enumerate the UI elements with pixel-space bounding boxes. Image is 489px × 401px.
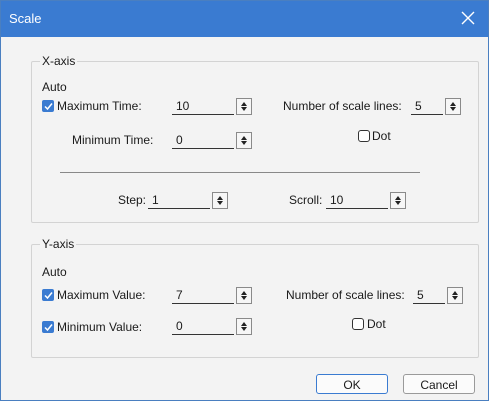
min-value-field: 0 — [172, 318, 252, 335]
x-auto-label: Auto — [42, 80, 67, 94]
check-icon — [44, 103, 53, 111]
y-scale-lines-label: Number of scale lines: — [286, 288, 405, 302]
scale-dialog: Scale X-axis Auto Maximum Time: 10 Numbe… — [0, 0, 489, 401]
y-auto-label: Auto — [42, 265, 67, 279]
x-axis-group-label: X-axis — [40, 54, 78, 68]
spin-up-down-icon[interactable] — [212, 192, 228, 209]
x-scale-lines-field: 5 — [411, 98, 461, 115]
x-dot-checkbox[interactable] — [358, 130, 370, 142]
x-axis-divider — [60, 172, 420, 173]
y-scale-lines-field: 5 — [413, 287, 463, 304]
max-value-label: Maximum Value: — [57, 288, 146, 302]
y-axis-group-label: Y-axis — [40, 237, 77, 251]
dialog-title: Scale — [9, 11, 42, 26]
x-scale-lines-label: Number of scale lines: — [283, 99, 402, 113]
title-bar: Scale — [1, 1, 488, 37]
spin-up-down-icon[interactable] — [445, 98, 461, 115]
min-time-field: 0 — [172, 132, 252, 149]
spin-up-down-icon[interactable] — [236, 132, 252, 149]
min-time-label: Minimum Time: — [72, 133, 154, 147]
close-icon[interactable] — [448, 1, 488, 37]
min-value-checkbox[interactable] — [42, 321, 54, 333]
x-dot-label: Dot — [372, 129, 391, 143]
y-scale-lines-input[interactable]: 5 — [413, 287, 445, 304]
check-icon — [44, 292, 53, 300]
scroll-label: Scroll: — [289, 193, 323, 207]
max-time-label: Maximum Time: — [57, 99, 142, 113]
ok-button[interactable]: OK — [316, 374, 388, 394]
min-time-input[interactable]: 0 — [172, 132, 234, 149]
cancel-button[interactable]: Cancel — [403, 374, 475, 394]
min-value-label: Minimum Value: — [57, 320, 143, 334]
spin-up-down-icon[interactable] — [447, 287, 463, 304]
max-time-input[interactable]: 10 — [172, 98, 234, 115]
spin-up-down-icon[interactable] — [236, 98, 252, 115]
spin-up-down-icon[interactable] — [236, 318, 252, 335]
max-value-input[interactable]: 7 — [172, 287, 234, 304]
max-time-field: 10 — [172, 98, 252, 115]
step-label: Step: — [118, 193, 147, 207]
x-scale-lines-input[interactable]: 5 — [411, 98, 443, 115]
y-dot-checkbox[interactable] — [352, 318, 364, 330]
spin-up-down-icon[interactable] — [390, 192, 406, 209]
scroll-field: 10 — [326, 192, 406, 209]
step-field: 1 — [148, 192, 228, 209]
x-axis-group: X-axis Auto Maximum Time: 10 Number of s… — [31, 54, 479, 223]
max-time-checkbox[interactable] — [42, 100, 54, 112]
scroll-input[interactable]: 10 — [326, 192, 388, 209]
check-icon — [44, 324, 53, 332]
y-dot-label: Dot — [367, 317, 386, 331]
max-value-field: 7 — [172, 287, 252, 304]
min-value-input[interactable]: 0 — [172, 318, 234, 335]
spin-up-down-icon[interactable] — [236, 287, 252, 304]
y-axis-group: Y-axis Auto Maximum Value: 7 Number of s… — [31, 237, 479, 358]
max-value-checkbox[interactable] — [42, 289, 54, 301]
step-input[interactable]: 1 — [148, 192, 210, 209]
